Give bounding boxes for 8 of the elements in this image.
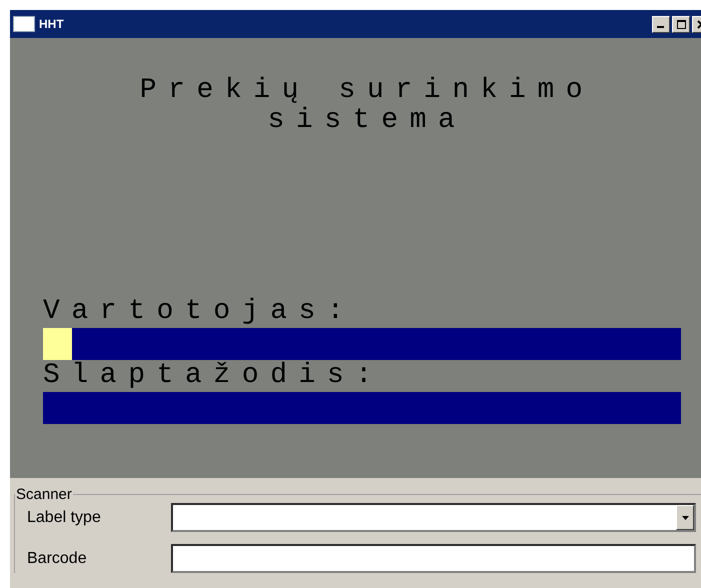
field-label: Label type [27, 508, 102, 526]
field-label: Slaptažodis: [43, 360, 384, 392]
app-heading: sistema [268, 106, 466, 136]
field-label: Barcode [27, 550, 88, 568]
group-title: Scanner [15, 486, 73, 503]
field-label: Vartotojas: [43, 296, 356, 328]
app-heading: Prekių surinkimo [140, 76, 594, 106]
window-title: HHT [39, 17, 65, 31]
